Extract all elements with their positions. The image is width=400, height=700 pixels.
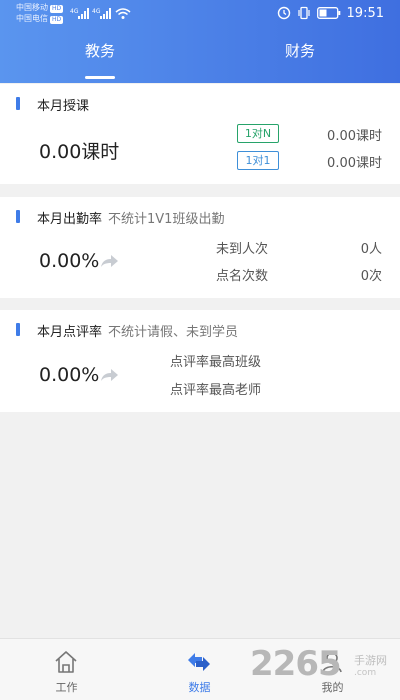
lessons-card: 本月授课 0.00课时 1对N 0.00课时 1对1 0.00课时 — [0, 84, 400, 184]
badge-1-to-n: 1对N — [237, 124, 279, 143]
nav-work-label: 工作 — [55, 681, 78, 694]
lessons-total: 0.00课时 — [39, 141, 120, 163]
clock: 19:51 — [346, 5, 384, 21]
section-marker — [16, 210, 20, 223]
hd-badge: HD — [50, 5, 64, 13]
review-title: 本月点评率 不统计请假、未到学员 — [37, 321, 238, 340]
nav-work[interactable]: 工作 — [0, 639, 133, 700]
watermark-url: .com — [354, 668, 377, 678]
status-right: 19:51 — [277, 5, 384, 21]
nav-data[interactable]: 数据 — [133, 639, 266, 700]
home-icon — [55, 651, 77, 673]
site-watermark: 2265 手游网 .com — [250, 642, 400, 700]
review-note: 不统计请假、未到学员 — [108, 325, 239, 340]
hd-badge-2: HD — [50, 16, 64, 24]
carrier-info: 中国移动 HD 中国电信 HD — [16, 2, 64, 24]
attendance-rate: 0.00% — [39, 250, 100, 272]
lessons-title: 本月授课 — [37, 99, 90, 114]
share-arrow-icon[interactable] — [100, 253, 120, 269]
signal-icon: 4G 4G — [70, 8, 131, 19]
attendance-card: 本月出勤率 不统计1V1班级出勤 0.00% 未到人次 0人 点名次数 0次 — [0, 197, 400, 298]
data-icon — [188, 653, 210, 671]
section-marker — [16, 323, 20, 336]
tab-academic[interactable]: 教务 — [0, 40, 200, 61]
top-teacher-label: 点评率最高老师 — [170, 383, 262, 398]
badge-1-to-1: 1对1 — [237, 151, 279, 170]
net-label: 4G — [70, 8, 79, 15]
absent-value: 0人 — [360, 242, 382, 257]
review-rate: 0.00% — [39, 364, 100, 386]
carrier-2: 中国电信 — [16, 14, 48, 23]
alarm-icon — [277, 6, 290, 20]
carrier-1: 中国移动 — [16, 3, 48, 12]
rollcall-label: 点名次数 — [216, 269, 269, 284]
top-class-label: 点评率最高班级 — [170, 355, 262, 370]
vibrate-icon — [297, 6, 310, 20]
battery-icon — [316, 7, 340, 19]
watermark-number: 2265 — [250, 644, 342, 684]
review-title-text: 本月点评率 — [37, 325, 103, 340]
tab-active-indicator — [85, 76, 115, 79]
nav-data-label: 数据 — [188, 681, 211, 694]
review-card: 本月点评率 不统计请假、未到学员 0.00% 点评率最高班级 点评率最高老师 — [0, 310, 400, 412]
app-header: 中国移动 HD 中国电信 HD 4G 4G 19:51 教务 财务 — [0, 0, 400, 83]
absent-label: 未到人次 — [216, 242, 269, 257]
lessons-1-to-n-value: 0.00课时 — [327, 129, 382, 144]
tab-finance[interactable]: 财务 — [200, 40, 400, 61]
watermark-text: 手游网 — [354, 654, 387, 667]
section-marker — [16, 97, 20, 110]
rollcall-value: 0次 — [360, 269, 382, 284]
attendance-title-text: 本月出勤率 — [37, 212, 103, 227]
net-label-2: 4G — [92, 8, 101, 15]
status-bar: 中国移动 HD 中国电信 HD 4G 4G 19:51 — [0, 0, 400, 28]
share-arrow-icon[interactable] — [100, 367, 120, 383]
lessons-1-to-1-value: 0.00课时 — [327, 156, 382, 171]
tab-bar: 教务 财务 — [0, 40, 400, 80]
attendance-note: 不统计1V1班级出勤 — [108, 212, 225, 227]
attendance-title: 本月出勤率 不统计1V1班级出勤 — [37, 208, 224, 227]
